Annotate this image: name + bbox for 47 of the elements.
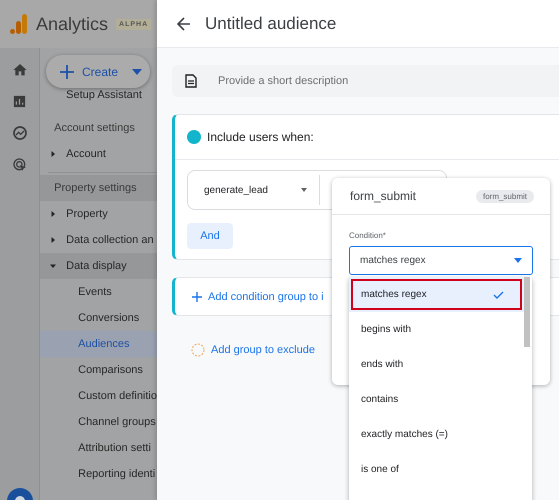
event-chip: form_submit [476, 190, 534, 202]
document-icon [185, 74, 197, 88]
nav-item[interactable]: Events [40, 279, 157, 305]
plus-icon [60, 64, 74, 78]
nav-item[interactable]: Channel groups [40, 409, 157, 435]
nav-item[interactable]: Property [66, 208, 108, 220]
trend-chart-icon[interactable] [12, 125, 28, 141]
nav-item[interactable]: Data collection an [66, 234, 154, 246]
nav-item[interactable]: Reporting identi [40, 461, 157, 487]
section-heading: Account settings [54, 122, 135, 134]
home-icon[interactable] [12, 62, 28, 78]
nav-item[interactable]: Account [66, 148, 106, 160]
create-button[interactable]: Create [46, 55, 150, 88]
nav-item[interactable]: Custom definitio [40, 383, 157, 409]
description-input[interactable]: Provide a short description [216, 74, 559, 88]
caret-down-icon [301, 188, 307, 192]
add-exclude-link[interactable]: Add group to exclude [191, 343, 315, 357]
nav-item[interactable]: Setup Assistant [66, 89, 142, 101]
bar-chart-logo-icon [10, 14, 28, 34]
dashed-circle-icon [191, 343, 205, 357]
and-button[interactable]: And [187, 223, 233, 249]
back-arrow-icon[interactable] [177, 16, 191, 30]
section-heading: Property settings [54, 182, 137, 194]
field-label: Condition* [349, 231, 387, 240]
caret-right-icon[interactable] [50, 237, 56, 243]
nav-item[interactable]: Comparisons [40, 357, 157, 383]
nav-item[interactable]: Conversions [40, 305, 157, 331]
bar-chart-icon[interactable] [12, 94, 28, 109]
caret-down-icon [514, 258, 522, 263]
add-condition-group-link[interactable]: Add condition group to i [192, 290, 324, 302]
check-icon [493, 290, 504, 298]
menu-option[interactable]: matches regex [349, 277, 524, 312]
card-title: Include users when: [207, 130, 314, 144]
nav-item[interactable]: Audiences [40, 331, 157, 357]
caret-right-icon[interactable] [50, 211, 56, 217]
status-dot [187, 130, 201, 144]
page-title: Untitled audience [205, 14, 336, 34]
description-field[interactable]: Provide a short description [172, 65, 559, 97]
caret-down-icon [132, 68, 142, 74]
condition-select[interactable]: matches regex [349, 246, 533, 275]
nav-item[interactable]: Attribution setti [40, 435, 157, 461]
app-name: Analytics [36, 14, 108, 34]
caret-right-icon[interactable] [50, 151, 56, 157]
popup-title: form_submit [350, 189, 416, 203]
cursor-target-icon[interactable] [12, 157, 28, 173]
caret-down-icon[interactable] [50, 263, 56, 269]
plus-icon [192, 292, 202, 302]
